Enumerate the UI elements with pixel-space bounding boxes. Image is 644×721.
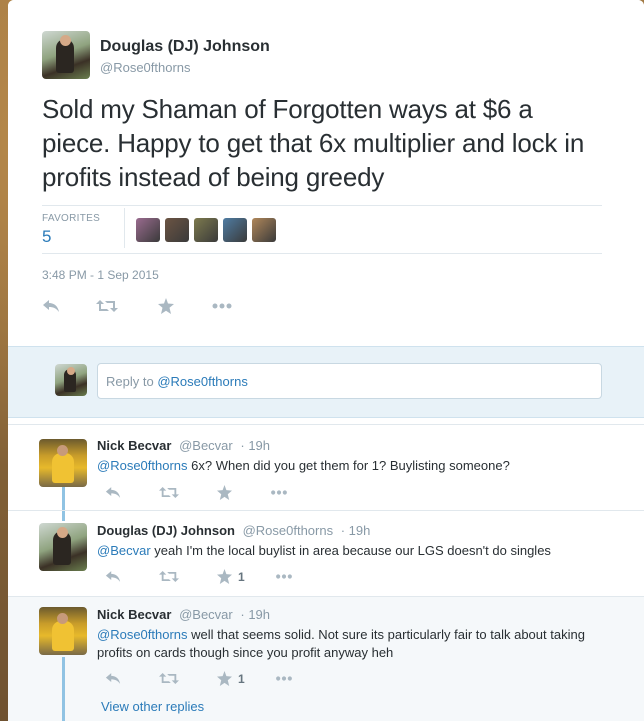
- reply-item[interactable]: Nick Becvar @Becvar · 19h @Rose0fthorns …: [8, 596, 644, 721]
- reply-icon[interactable]: [105, 672, 121, 685]
- main-tweet: Douglas (DJ) Johnson @Rose0fthorns Sold …: [8, 0, 644, 346]
- view-other-replies-link[interactable]: View other replies: [101, 699, 204, 714]
- more-options-icon[interactable]: [270, 490, 288, 495]
- author-avatar[interactable]: [42, 31, 90, 79]
- favoriter-avatar[interactable]: [194, 218, 218, 242]
- reply-body: 6x? When did you get them for 1? Buylist…: [187, 458, 510, 473]
- reply-author-name[interactable]: Nick Becvar: [97, 438, 171, 453]
- retweet-icon[interactable]: [96, 299, 118, 313]
- thread-line: [62, 487, 65, 511]
- reply-text: @Becvar yeah I'm the local buylist in ar…: [97, 542, 617, 560]
- reply-author-name[interactable]: Douglas (DJ) Johnson: [97, 523, 235, 538]
- retweet-icon[interactable]: [159, 570, 179, 583]
- favorite-star-icon[interactable]: [217, 485, 232, 500]
- favorite-star-icon[interactable]: 1: [217, 569, 245, 584]
- tweet-timestamp[interactable]: 3:48 PM - 1 Sep 2015: [42, 268, 159, 282]
- favorite-star-icon[interactable]: 1: [217, 671, 245, 686]
- reply-input-prefix: Reply to: [106, 374, 158, 389]
- tweet-text: Sold my Shaman of Forgotten ways at $6 a…: [42, 94, 585, 192]
- reply-author-handle[interactable]: @Becvar: [179, 438, 233, 453]
- reply-actions: 1: [105, 671, 293, 686]
- reply-header: Nick Becvar @Becvar · 19h: [97, 438, 270, 453]
- tweet-card: Douglas (DJ) Johnson @Rose0fthorns Sold …: [8, 0, 644, 721]
- reply-input-handle: @Rose0fthorns: [157, 374, 248, 389]
- tweet-actions: [42, 298, 232, 314]
- reply-icon[interactable]: [42, 299, 60, 313]
- replies-list: Nick Becvar @Becvar · 19h @Rose0fthorns …: [8, 424, 644, 721]
- favoriter-avatar[interactable]: [252, 218, 276, 242]
- reply-header: Nick Becvar @Becvar · 19h: [97, 607, 270, 622]
- reply-actions: [105, 485, 288, 500]
- favoriters-list: [136, 218, 276, 242]
- more-options-icon[interactable]: [275, 574, 293, 579]
- author-handle[interactable]: @Rose0fthorns: [100, 60, 191, 75]
- current-user-avatar: [55, 364, 87, 396]
- reply-time[interactable]: · 19h: [240, 438, 270, 453]
- reply-icon[interactable]: [105, 570, 121, 583]
- thread-line: [62, 657, 65, 721]
- reply-avatar[interactable]: [39, 523, 87, 571]
- reply-item[interactable]: Nick Becvar @Becvar · 19h @Rose0fthorns …: [8, 424, 644, 511]
- reply-mention[interactable]: @Becvar: [97, 543, 151, 558]
- reply-item[interactable]: Douglas (DJ) Johnson @Rose0fthorns · 19h…: [8, 510, 644, 596]
- reply-text: @Rose0fthorns 6x? When did you get them …: [97, 457, 617, 475]
- reply-composer: Reply to @Rose0fthorns: [8, 346, 644, 418]
- reply-author-handle[interactable]: @Rose0fthorns: [243, 523, 334, 538]
- divider: [42, 253, 602, 254]
- reply-body: yeah I'm the local buylist in area becau…: [150, 543, 551, 558]
- reply-avatar[interactable]: [39, 439, 87, 487]
- reply-author-name[interactable]: Nick Becvar: [97, 607, 171, 622]
- reply-actions: 1: [105, 569, 293, 584]
- reply-icon[interactable]: [105, 486, 121, 499]
- reply-avatar[interactable]: [39, 607, 87, 655]
- divider: [42, 205, 602, 206]
- more-options-icon[interactable]: [212, 303, 232, 309]
- favoriter-avatar[interactable]: [136, 218, 160, 242]
- reply-time[interactable]: · 19h: [240, 607, 270, 622]
- reply-header: Douglas (DJ) Johnson @Rose0fthorns · 19h: [97, 523, 370, 538]
- favoriter-avatar[interactable]: [165, 218, 189, 242]
- retweet-icon[interactable]: [159, 672, 179, 685]
- reply-time[interactable]: · 19h: [341, 523, 371, 538]
- favorite-count: 1: [238, 671, 245, 686]
- more-options-icon[interactable]: [275, 676, 293, 681]
- favorites-count[interactable]: 5: [42, 227, 51, 247]
- reply-input[interactable]: Reply to @Rose0fthorns: [97, 363, 602, 399]
- author-name[interactable]: Douglas (DJ) Johnson: [100, 38, 270, 56]
- retweet-icon[interactable]: [159, 486, 179, 499]
- stats-separator: [124, 208, 125, 248]
- thread-line: [62, 511, 65, 521]
- favorite-star-icon[interactable]: [158, 298, 174, 314]
- favoriter-avatar[interactable]: [223, 218, 247, 242]
- reply-author-handle[interactable]: @Becvar: [179, 607, 233, 622]
- favorites-label: FAVORITES: [42, 213, 101, 224]
- reply-mention[interactable]: @Rose0fthorns: [97, 627, 188, 642]
- reply-mention[interactable]: @Rose0fthorns: [97, 458, 188, 473]
- reply-text: @Rose0fthorns well that seems solid. Not…: [97, 626, 617, 662]
- favorite-count: 1: [238, 569, 245, 584]
